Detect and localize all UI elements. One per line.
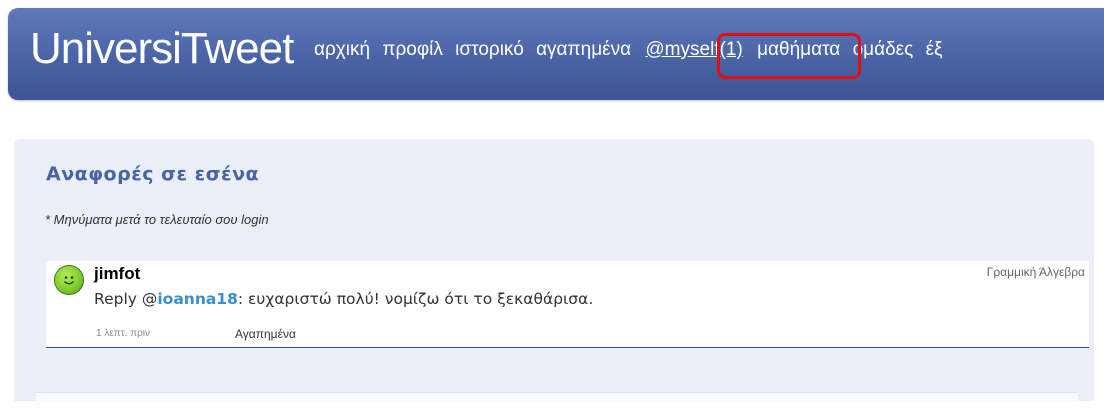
panel-note: * Μηνύματα μετά το τελευταίο σου login — [45, 212, 269, 227]
nav-courses[interactable]: μαθήματα — [757, 39, 840, 61]
tweet-username[interactable]: jimfot — [94, 264, 140, 284]
nav-history[interactable]: ιστορικό — [455, 39, 524, 61]
smiley-avatar-icon[interactable] — [54, 265, 84, 295]
tweet-course[interactable]: Γραμμική Άλγεβρα — [987, 265, 1085, 279]
top-navigation-bar: UniversiTweet αρχική προφίλ ιστορικό αγα… — [8, 8, 1104, 100]
tweet-mention-link[interactable]: ioanna18 — [157, 290, 238, 308]
tweet-item: jimfot Γραμμική Άλγεβρα Reply @ioanna18:… — [46, 261, 1089, 348]
nav-mentions[interactable]: @myself(1) — [643, 39, 744, 61]
tweet-reply-prefix: Reply @ — [94, 290, 158, 308]
nav-profile[interactable]: προφίλ — [382, 39, 443, 61]
smiley-face-icon — [64, 276, 74, 285]
nav-groups[interactable]: ομάδες — [853, 39, 914, 61]
mentions-panel: Αναφορές σε εσένα * Μηνύματα μετά το τελ… — [14, 139, 1094, 402]
page-title: Αναφορές σε εσένα — [46, 163, 260, 185]
tweet-timestamp: 1 λεπτ. πριν — [96, 328, 151, 339]
tweet-favorite-link[interactable]: Αγαπημένα — [235, 327, 296, 341]
tweet-message: Reply @ioanna18: ευχαριστώ πολύ! νομίζω … — [94, 290, 593, 308]
nav-logout[interactable]: έξ — [926, 39, 943, 61]
nav-home[interactable]: αρχική — [314, 39, 370, 61]
tweet-text: : ευχαριστώ πολύ! νομίζω ότι το ξεκαθάρι… — [237, 290, 594, 308]
panel-bottom-area — [36, 392, 1078, 402]
nav-favorites[interactable]: αγαπημένα — [536, 39, 631, 61]
main-nav: αρχική προφίλ ιστορικό αγαπημένα @myself… — [314, 39, 950, 61]
brand-logo[interactable]: UniversiTweet — [30, 24, 294, 74]
